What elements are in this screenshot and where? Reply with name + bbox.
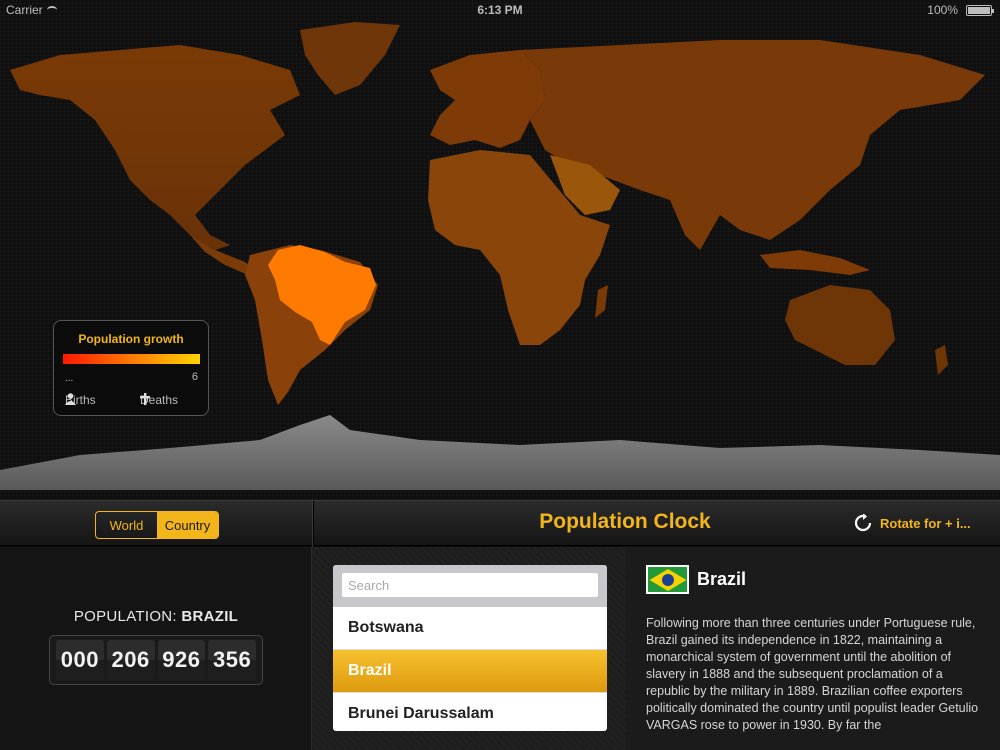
world-map[interactable]: Population growth ... 6 Births Deaths xyxy=(0,0,1000,500)
search-input[interactable] xyxy=(342,573,598,597)
rotate-hint-label: Rotate for + i... xyxy=(880,515,971,531)
toolbar-divider xyxy=(312,501,314,547)
europe-region[interactable] xyxy=(430,50,545,148)
legend-births: Births xyxy=(65,393,96,407)
description-fade xyxy=(626,730,1000,750)
list-item-botswana[interactable]: Botswana xyxy=(333,607,607,650)
toolbar: World Country Population Clock Rotate fo… xyxy=(0,500,1000,547)
madagascar-region[interactable] xyxy=(595,285,608,318)
battery-percent: 100% xyxy=(927,3,958,17)
country-info-pane: Brazil Following more than three centuri… xyxy=(626,547,1000,750)
world-country-segmented-control[interactable]: World Country xyxy=(95,511,219,539)
counter-group: 000 xyxy=(56,640,104,680)
rotate-icon xyxy=(854,514,872,532)
antarctica-region[interactable] xyxy=(0,415,1000,490)
counter-group: 356 xyxy=(208,640,256,680)
greenland-region[interactable] xyxy=(300,22,400,95)
legend-deaths: Deaths xyxy=(140,393,179,407)
new-zealand-region[interactable] xyxy=(935,345,948,375)
segment-country[interactable]: Country xyxy=(157,512,218,538)
population-growth-legend: Population growth ... 6 Births Deaths xyxy=(53,320,209,416)
north-america-region[interactable] xyxy=(10,45,300,250)
population-pane: POPULATION: BRAZIL 000 206 926 356 xyxy=(0,547,312,750)
population-counter: 000 206 926 356 xyxy=(49,635,263,685)
australia-region[interactable] xyxy=(785,285,895,365)
status-bar: Carrier 6:13 PM 100% xyxy=(0,0,1000,20)
legend-color-scale xyxy=(63,354,200,364)
search-bar xyxy=(333,565,607,607)
counter-group: 926 xyxy=(157,640,206,680)
legend-title: Population growth xyxy=(78,332,184,346)
list-item-brazil[interactable]: Brazil xyxy=(333,650,607,693)
population-label: POPULATION: BRAZIL xyxy=(73,608,239,625)
rotate-hint-button[interactable]: Rotate for + i... xyxy=(854,514,971,532)
country-description: Following more than three centuries unde… xyxy=(646,616,979,732)
legend-min: ... xyxy=(65,373,74,384)
bottom-panel: POPULATION: BRAZIL 000 206 926 356 Botsw… xyxy=(0,547,1000,750)
person-icon xyxy=(65,393,76,405)
counter-group: 206 xyxy=(106,640,155,680)
legend-max: 6 xyxy=(191,371,198,383)
world-map-graphic[interactable] xyxy=(0,0,1000,500)
indonesia-region[interactable] xyxy=(760,250,870,275)
app-title: Population Clock xyxy=(539,510,711,533)
brazil-flag-icon xyxy=(646,565,689,594)
cross-icon xyxy=(140,393,150,405)
list-item-brunei[interactable]: Brunei Darussalam xyxy=(333,693,607,731)
country-name: Brazil xyxy=(697,569,747,589)
status-time: 6:13 PM xyxy=(477,3,523,17)
central-america-region[interactable] xyxy=(190,235,255,275)
battery-icon xyxy=(966,5,994,16)
segment-world[interactable]: World xyxy=(96,512,157,538)
country-list-panel: Botswana Brazil Brunei Darussalam xyxy=(333,565,607,731)
